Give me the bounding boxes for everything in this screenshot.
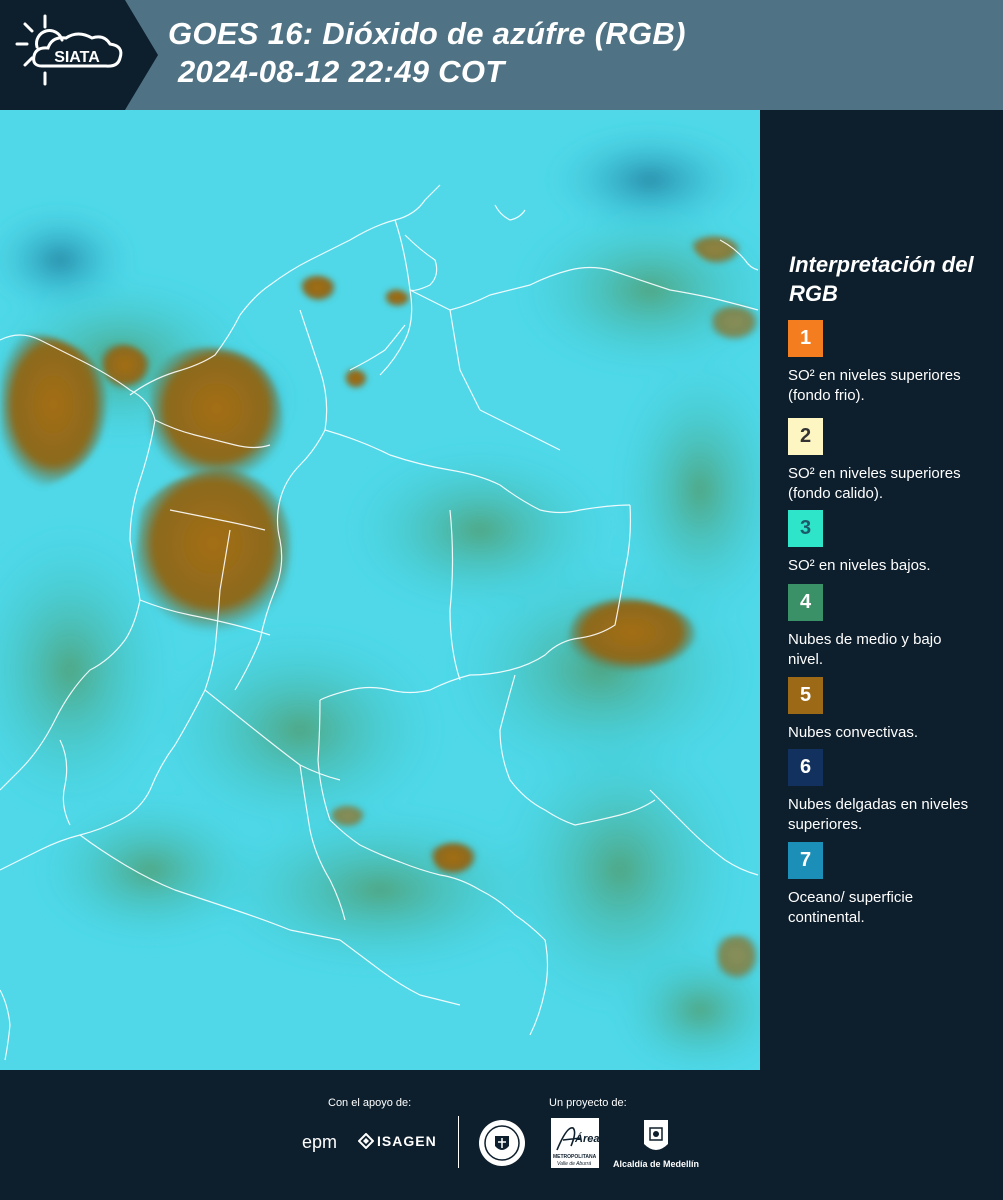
header-bar: SIATA GOES 16: Dióxido de azúfre (RGB) 2… — [0, 0, 1003, 110]
legend-swatch: 7 — [788, 842, 823, 879]
legend-item: 2 SO² en niveles superiores (fondo calid… — [788, 418, 1000, 504]
alcaldia-shield — [644, 1120, 668, 1150]
siata-logo: SIATA — [0, 0, 158, 110]
satellite-image — [0, 110, 760, 1070]
legend-description: SO² en niveles superiores (fondo calido)… — [788, 465, 961, 502]
legend-item: 3 SO² en niveles bajos. — [788, 510, 1000, 576]
legend-item: 7 Oceano/ superficie continental. — [788, 842, 1000, 928]
legend-swatch: 2 — [788, 418, 823, 455]
legend-swatch: 4 — [788, 584, 823, 621]
legend-description: SO² en niveles bajos. — [788, 557, 931, 574]
alcaldia-logo-text: Alcaldía de Medellín — [613, 1159, 700, 1169]
legend-description: Nubes delgadas en niveles superiores. — [788, 796, 969, 833]
legend-item: 5 Nubes convectivas. — [788, 677, 1000, 743]
epm-logo: epm — [302, 1132, 338, 1152]
area-logo-text: Área — [575, 1133, 600, 1145]
medellin-seal — [479, 1120, 525, 1166]
satellite-map — [0, 110, 760, 1070]
divider — [458, 1116, 459, 1168]
footer: Con el apoyo de: Un proyecto de: epm ISA… — [0, 1070, 1003, 1200]
legend-description: SO² en niveles superiores (fondo frio). — [788, 367, 961, 404]
page-title: GOES 16: Dióxido de azúfre (RGB) — [168, 16, 686, 51]
legend-item: 1 SO² en niveles superiores (fondo frio)… — [788, 320, 1000, 406]
legend-description: Nubes de medio y bajo nivel. — [788, 631, 942, 668]
legend-panel: Interpretación del RGB 1 SO² en niveles … — [760, 110, 1003, 1070]
legend-description: Nubes convectivas. — [788, 724, 919, 741]
legend-description: Oceano/ superficie continental. — [788, 889, 914, 926]
page-timestamp: 2024-08-12 22:49 COT — [178, 54, 505, 89]
legend-title: Interpretación del RGB — [789, 252, 974, 306]
svg-text:SIATA: SIATA — [54, 49, 100, 66]
support-label: Con el apoyo de: — [328, 1097, 412, 1109]
legend-swatch: 5 — [788, 677, 823, 714]
legend-swatch: 6 — [788, 749, 823, 786]
area-logo-subtitle-2: Valle de Aburrá — [557, 1161, 592, 1167]
legend-swatch: 3 — [788, 510, 823, 547]
isagen-logo-icon — [358, 1133, 374, 1149]
project-label: Un proyecto de: — [549, 1097, 627, 1109]
legend-item: 6 Nubes delgadas en niveles superiores. — [788, 749, 1000, 835]
legend-item: 4 Nubes de medio y bajo nivel. — [788, 584, 1000, 670]
legend-swatch: 1 — [788, 320, 823, 357]
isagen-logo: ISAGEN — [377, 1133, 437, 1149]
area-logo-subtitle: METROPOLITANA — [553, 1154, 597, 1160]
